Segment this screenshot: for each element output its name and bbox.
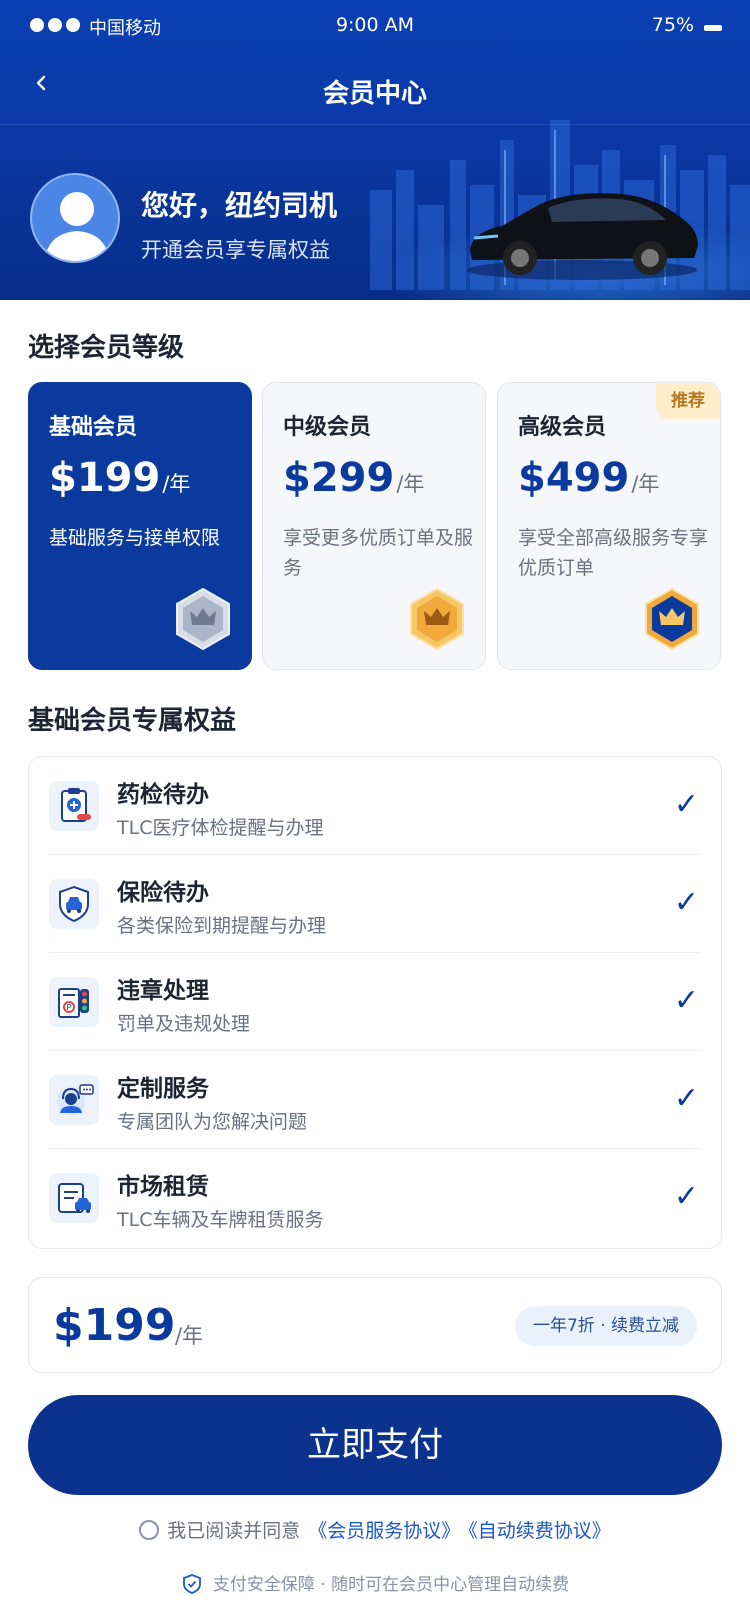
user-icon [44,192,110,261]
avatar[interactable] [30,173,120,263]
tier-name: 基础会员 [49,415,138,440]
benefit-title: 违章处理 [117,978,209,1004]
agreement-row: 我已阅读并同意 《会员服务协议》 《自动续费协议》 [0,1516,750,1543]
nav-bar: 会员中心 [0,55,750,125]
tier-name: 高级会员 [518,415,607,440]
check-icon: ✓ [673,1081,699,1116]
security-note-text: 支付安全保障 · 随时可在会员中心管理自动续费 [212,1575,570,1595]
benefit-desc: 各类保险到期提醒与办理 [117,915,327,937]
silver-crown-badge-icon [176,587,230,651]
check-icon: ✓ [673,1179,699,1214]
traffic-light-icon: P [49,977,99,1027]
shield-check-icon [182,1574,201,1594]
tier-desc: 基础服务与接单权限 [49,527,221,549]
car-image [467,193,698,280]
battery-icon [704,25,722,31]
agree-checkbox[interactable] [139,1520,160,1540]
benefit-desc: TLC医疗体检提醒与办理 [117,817,324,839]
tier-price: $199/年 [49,455,191,501]
tier-name: 中级会员 [283,415,372,440]
benefit-desc: 专属团队为您解决问题 [117,1111,308,1133]
membership-agreement-link[interactable]: 《会员服务协议》 [308,1520,460,1542]
benefit-desc: TLC车辆及车牌租赁服务 [117,1209,324,1231]
summary-price: $199 [53,1300,176,1351]
check-icon: ✓ [673,885,699,920]
blue-crown-badge-icon [645,587,699,651]
list-item[interactable]: 保险待办 各类保险到期提醒与办理 ✓ [49,855,701,953]
list-item[interactable]: 药检待办 TLC医疗体检提醒与办理 ✓ [49,757,701,855]
benefit-title: 定制服务 [117,1076,209,1102]
check-icon: ✓ [673,983,699,1018]
tier-desc: 享受更多优质订单及服务 [283,527,474,579]
tier-price: $499/年 [518,455,660,501]
shield-car-icon [49,879,99,929]
price-summary: $199 /年 一年7折 · 续费立减 [28,1277,722,1373]
greeting-text: 您好，纽约司机 [141,189,338,222]
greeting-subtitle: 开通会员享专属权益 [141,238,330,262]
gold-crown-badge-icon [410,587,464,651]
svg-text:P: P [67,1003,72,1012]
tier-price: $299/年 [283,455,425,501]
benefit-desc: 罚单及违规处理 [117,1013,251,1035]
security-note: 支付安全保障 · 随时可在会员中心管理自动续费 [0,1570,750,1595]
tier-card-mid[interactable]: 中级会员 $299/年 享受更多优质订单及服务 [262,382,486,670]
clipboard-medical-icon [49,781,99,831]
document-car-icon [49,1173,99,1223]
page-title: 会员中心 [322,79,427,109]
customer-service-icon [49,1075,99,1125]
clock: 9:00 AM [335,14,415,36]
benefits-list: 药检待办 TLC医疗体检提醒与办理 ✓ 保险待办 各类保险到期提醒与办理 ✓ P… [28,756,722,1249]
tier-desc: 享受全部高级服务专享优质订单 [518,527,709,579]
benefit-title: 保险待办 [117,880,209,906]
battery-percent: 75% [651,14,694,36]
status-bar: 中国移动 9:00 AM 75% [0,0,750,50]
header-banner: 中国移动 9:00 AM 75% 会员中心 您好，纽约司机 开通会员享专属权益 [0,0,750,300]
promo-badge: 一年7折 · 续费立减 [514,1306,697,1346]
benefit-title: 药检待办 [117,782,209,808]
recommend-tag: 推荐 [656,383,720,419]
list-item[interactable]: 市场租赁 TLC车辆及车牌租赁服务 ✓ [49,1149,701,1247]
tier-card-premium[interactable]: 推荐 高级会员 $499/年 享受全部高级服务专享优质订单 [497,382,721,670]
auto-renewal-agreement-link[interactable]: 《自动续费协议》 [468,1520,611,1542]
list-item[interactable]: P 违章处理 罚单及违规处理 ✓ [49,953,701,1051]
agreement-text: 我已阅读并同意 [167,1520,301,1542]
benefit-title: 市场租赁 [117,1174,209,1200]
list-item[interactable]: 定制服务 专属团队为您解决问题 ✓ [49,1051,701,1149]
tier-card-basic[interactable]: 基础会员 $199/年 基础服务与接单权限 [28,382,252,670]
benefits-section-title: 基础会员专属权益 [28,706,237,736]
pay-now-button[interactable]: 立即支付 [28,1395,722,1495]
check-icon: ✓ [673,787,699,822]
tiers-section-title: 选择会员等级 [28,333,185,363]
summary-unit: /年 [175,1324,204,1348]
